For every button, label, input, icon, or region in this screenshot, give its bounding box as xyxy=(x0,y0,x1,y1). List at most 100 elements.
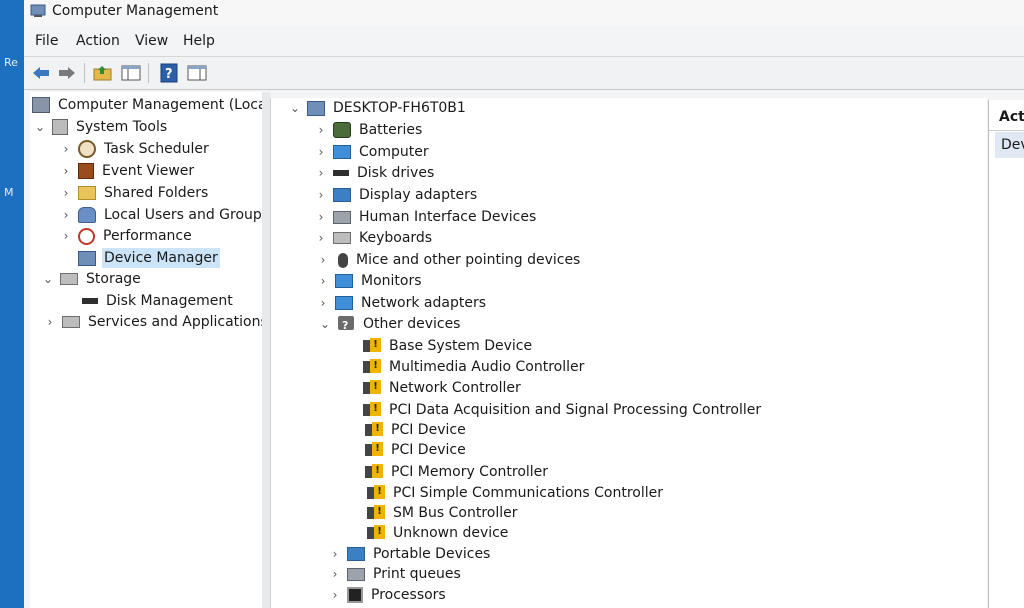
device-pci-data-acquisition-controller[interactable]: PCI Data Acquisition and Signal Processi… xyxy=(345,400,763,420)
computer-icon xyxy=(333,145,351,159)
services-icon xyxy=(62,316,80,328)
chevron-down-icon[interactable]: ⌄ xyxy=(42,269,54,289)
monitor-icon xyxy=(335,274,353,288)
chevron-right-icon[interactable]: › xyxy=(60,183,72,203)
chevron-right-icon[interactable]: › xyxy=(60,139,72,159)
menu-file[interactable]: File xyxy=(35,33,58,49)
tree-item-local-users-and-groups[interactable]: › Local Users and Groups xyxy=(60,205,271,225)
menu-action[interactable]: Action xyxy=(76,33,120,49)
chevron-right-icon[interactable]: › xyxy=(60,205,72,225)
chevron-right-icon[interactable]: › xyxy=(317,250,329,270)
device-category-network-adapters[interactable]: › Network adapters xyxy=(317,293,488,313)
back-button[interactable] xyxy=(30,62,52,84)
tree-item-event-viewer[interactable]: › Event Viewer xyxy=(60,161,196,181)
toolbar-separator xyxy=(84,63,85,83)
device-category-portable-devices[interactable]: › Portable Devices xyxy=(329,544,492,564)
warning-device-icon xyxy=(363,338,381,354)
toolbar-separator xyxy=(148,63,149,83)
keyboard-icon xyxy=(333,232,351,244)
device-category-processors[interactable]: › Processors xyxy=(329,585,448,605)
chevron-right-icon[interactable]: › xyxy=(315,207,327,227)
warning-device-icon xyxy=(367,525,385,541)
hid-icon xyxy=(333,210,351,224)
tree-item-performance[interactable]: › Performance xyxy=(60,226,194,246)
device-category-batteries[interactable]: › Batteries xyxy=(315,120,424,140)
device-category-human-interface-devices[interactable]: › Human Interface Devices xyxy=(315,207,538,227)
chevron-right-icon[interactable]: › xyxy=(329,564,341,584)
chevron-down-icon[interactable]: ⌄ xyxy=(289,98,301,118)
warning-device-icon xyxy=(365,422,383,438)
actions-pane-device-manager-item[interactable]: Dev xyxy=(995,132,1024,158)
device-multimedia-audio-controller[interactable]: Multimedia Audio Controller xyxy=(345,357,586,377)
portable-devices-icon xyxy=(347,547,365,561)
device-base-system-device[interactable]: Base System Device xyxy=(345,336,534,356)
chevron-right-icon[interactable]: › xyxy=(315,163,327,183)
tree-item-services-and-applications[interactable]: › Services and Applications xyxy=(44,312,270,332)
menu-view[interactable]: View xyxy=(135,33,168,49)
tree-item-computer-management[interactable]: Computer Management (Local) xyxy=(32,95,278,115)
device-root-desktop[interactable]: ⌄ DESKTOP-FH6T0B1 xyxy=(289,98,468,118)
chevron-down-icon[interactable]: ⌄ xyxy=(34,117,46,137)
chevron-right-icon[interactable]: › xyxy=(315,228,327,248)
warning-device-icon xyxy=(367,485,385,501)
display-adapter-icon xyxy=(333,188,351,202)
device-category-print-queues[interactable]: › Print queues xyxy=(329,564,463,584)
show-hide-action-pane-button[interactable] xyxy=(186,62,208,84)
window-title: Computer Management xyxy=(52,3,219,19)
device-pci-simple-communications-controller[interactable]: PCI Simple Communications Controller xyxy=(349,483,665,503)
device-category-keyboards[interactable]: › Keyboards xyxy=(315,228,434,248)
device-unknown-device[interactable]: Unknown device xyxy=(349,523,510,543)
chevron-down-icon[interactable]: ⌄ xyxy=(319,314,331,334)
chevron-right-icon[interactable]: › xyxy=(317,293,329,313)
tree-item-system-tools[interactable]: ⌄ System Tools xyxy=(34,117,169,137)
forward-button[interactable] xyxy=(56,62,78,84)
chevron-right-icon[interactable]: › xyxy=(317,271,329,291)
title-bar: Computer Management xyxy=(24,0,1024,26)
actions-pane: Acti Dev xyxy=(988,100,1024,608)
chevron-right-icon[interactable]: › xyxy=(329,585,341,605)
chevron-right-icon[interactable]: › xyxy=(60,226,72,246)
up-one-level-button[interactable] xyxy=(92,62,114,84)
tree-item-task-scheduler[interactable]: › Task Scheduler xyxy=(60,139,211,159)
chevron-right-icon[interactable]: › xyxy=(60,161,72,181)
device-pci-device-2[interactable]: PCI Device xyxy=(347,440,468,460)
device-category-computer[interactable]: › Computer xyxy=(315,142,431,162)
device-sm-bus-controller[interactable]: SM Bus Controller xyxy=(349,503,520,523)
device-category-other-devices[interactable]: ⌄ Other devices xyxy=(319,314,462,336)
device-pci-device[interactable]: PCI Device xyxy=(347,420,468,440)
chevron-right-icon[interactable]: › xyxy=(315,185,327,205)
help-button[interactable]: ? xyxy=(158,62,180,84)
network-adapter-icon xyxy=(335,296,353,310)
chevron-right-icon[interactable]: › xyxy=(315,142,327,162)
chevron-right-icon[interactable]: › xyxy=(329,544,341,564)
forward-arrow-icon xyxy=(59,67,75,79)
svg-text:?: ? xyxy=(165,67,173,82)
tree-item-disk-management[interactable]: Disk Management xyxy=(64,291,235,311)
event-viewer-icon xyxy=(78,163,94,179)
menu-bar: File Action View Help xyxy=(24,30,1024,54)
chevron-right-icon[interactable]: › xyxy=(315,120,327,140)
device-pci-memory-controller[interactable]: PCI Memory Controller xyxy=(347,462,550,482)
show-hide-tree-button[interactable] xyxy=(120,62,142,84)
mouse-icon xyxy=(338,252,348,268)
print-queue-icon xyxy=(347,567,365,581)
show-hide-action-pane-icon xyxy=(187,65,207,81)
tree-item-storage[interactable]: ⌄ Storage xyxy=(42,269,143,289)
other-devices-icon xyxy=(337,316,355,336)
device-category-display-adapters[interactable]: › Display adapters xyxy=(315,185,479,205)
device-category-monitors[interactable]: › Monitors xyxy=(317,271,424,291)
menu-help[interactable]: Help xyxy=(183,33,215,49)
device-category-disk-drives[interactable]: › Disk drives xyxy=(315,163,436,183)
tree-item-device-manager[interactable]: Device Manager xyxy=(60,248,220,268)
app-icon xyxy=(30,4,46,17)
device-network-controller[interactable]: Network Controller xyxy=(345,378,523,398)
device-category-mice[interactable]: › Mice and other pointing devices xyxy=(317,250,582,270)
warning-device-icon xyxy=(363,402,381,418)
back-arrow-icon xyxy=(33,67,49,79)
actions-pane-header: Acti xyxy=(989,104,1024,131)
chevron-right-icon[interactable]: › xyxy=(44,312,56,332)
pane-splitter[interactable] xyxy=(262,92,270,608)
up-folder-icon xyxy=(93,66,112,81)
tree-item-shared-folders[interactable]: › Shared Folders xyxy=(60,183,210,203)
shared-folders-icon xyxy=(78,186,96,200)
